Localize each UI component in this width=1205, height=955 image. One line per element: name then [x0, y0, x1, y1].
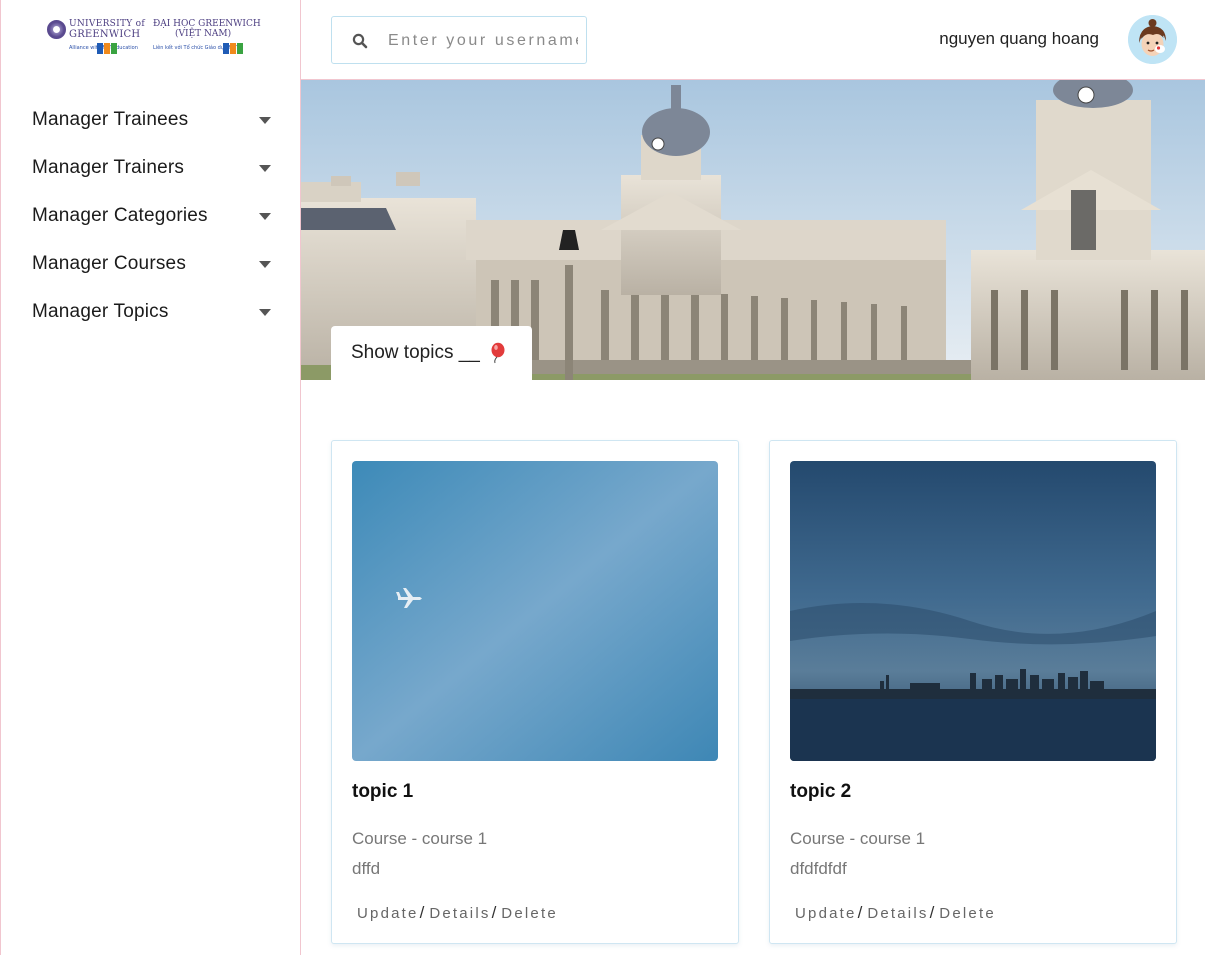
logo-text: ĐẠI HỌC GREENWICH — [153, 19, 261, 29]
delete-link[interactable]: Delete — [939, 905, 996, 922]
fpt-logo-icon — [97, 43, 117, 54]
sidebar-item-label: Manager Topics — [32, 301, 169, 322]
topic-description: dfdfdfdf — [790, 859, 847, 878]
fpt-logo-icon — [223, 43, 243, 54]
topic-title: topic 1 — [352, 781, 414, 802]
logo-text: (VIỆT NAM) — [175, 29, 232, 39]
separator: / — [419, 903, 425, 922]
topic-actions: Update / Details / Delete — [795, 903, 996, 923]
section-title: Show topics __ — [351, 342, 480, 363]
sidebar-item-manager-categories[interactable]: Manager Categories — [1, 192, 301, 240]
top-header: nguyen quang hoang — [301, 0, 1205, 80]
university-seal-icon — [47, 20, 66, 39]
topic-card: topic 2 Course - course 1 dfdfdfdf Updat… — [769, 440, 1177, 944]
caret-down-icon[interactable] — [259, 309, 271, 316]
update-link[interactable]: Update — [357, 905, 419, 922]
sidebar-item-label: Manager Trainers — [32, 157, 185, 178]
logos: UNIVERSITY of GREENWICH Alliance with FP… — [45, 18, 265, 62]
avatar-icon[interactable] — [1128, 15, 1177, 64]
topic-image — [790, 461, 1156, 761]
topic-course: Course - course 1 — [790, 829, 926, 848]
search-icon[interactable] — [352, 33, 368, 49]
separator: / — [929, 903, 935, 922]
search-box[interactable] — [331, 16, 587, 64]
show-topics-tab: Show topics __ — [331, 326, 532, 380]
balloon-icon — [491, 342, 505, 364]
sidebar: UNIVERSITY of GREENWICH Alliance with FP… — [0, 0, 301, 955]
sidebar-item-label: Manager Trainees — [32, 109, 189, 130]
separator: / — [857, 903, 863, 922]
topic-title: topic 2 — [790, 781, 852, 802]
caret-down-icon[interactable] — [259, 261, 271, 268]
topic-image — [352, 461, 718, 761]
sidebar-item-manager-topics[interactable]: Manager Topics — [1, 288, 301, 336]
details-link[interactable]: Details — [429, 905, 490, 922]
update-link[interactable]: Update — [795, 905, 857, 922]
sidebar-nav: Manager Trainees Manager Trainers Manage… — [1, 96, 301, 336]
details-link[interactable]: Details — [867, 905, 928, 922]
sidebar-item-label: Manager Courses — [32, 253, 187, 274]
username: nguyen quang hoang — [939, 29, 1099, 48]
sidebar-item-manager-courses[interactable]: Manager Courses — [1, 240, 301, 288]
search-input[interactable] — [388, 29, 578, 53]
caret-down-icon[interactable] — [259, 117, 271, 124]
separator: / — [491, 903, 497, 922]
sidebar-item-manager-trainers[interactable]: Manager Trainers — [1, 144, 301, 192]
greenwich-vietnam-logo: ĐẠI HỌC GREENWICH (VIỆT NAM) Liên kết vớ… — [153, 18, 261, 62]
delete-link[interactable]: Delete — [501, 905, 558, 922]
sidebar-item-manager-trainees[interactable]: Manager Trainees — [1, 96, 301, 144]
logo-text: GREENWICH — [69, 29, 141, 40]
topic-description: dffd — [352, 859, 381, 878]
sidebar-item-label: Manager Categories — [32, 205, 208, 226]
university-of-greenwich-logo: UNIVERSITY of GREENWICH Alliance with FP… — [45, 18, 145, 62]
caret-down-icon[interactable] — [259, 213, 271, 220]
topic-card: topic 1 Course - course 1 dffd Update / … — [331, 440, 739, 944]
topic-course: Course - course 1 — [352, 829, 488, 848]
logo-text: UNIVERSITY of — [69, 19, 146, 29]
topic-actions: Update / Details / Delete — [357, 903, 558, 923]
caret-down-icon[interactable] — [259, 165, 271, 172]
